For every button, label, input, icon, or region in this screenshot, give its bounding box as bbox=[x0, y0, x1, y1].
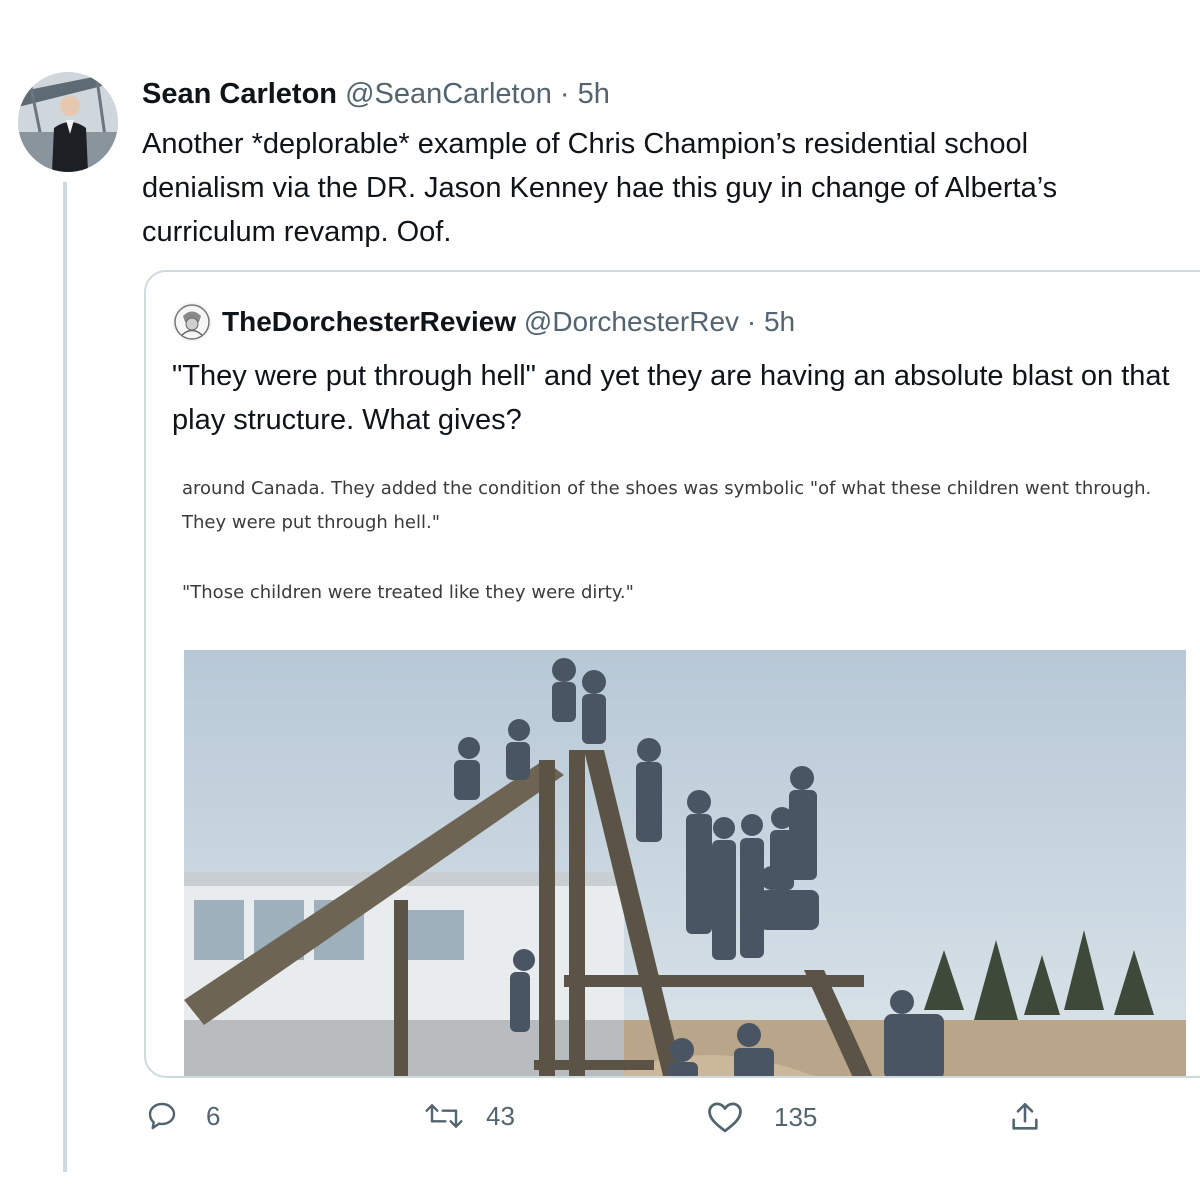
playground-photo-image bbox=[184, 650, 1186, 1076]
separator-dot: · bbox=[559, 78, 570, 110]
quoted-tweet-card[interactable]: TheDorchesterReview @DorchesterRev · 5h … bbox=[144, 270, 1200, 1078]
reply-count: 6 bbox=[206, 1100, 221, 1131]
quoted-separator-dot: · bbox=[746, 306, 757, 337]
tweet-header: Sean Carleton @SeanCarleton · 5h bbox=[142, 78, 610, 111]
quoted-author-avatar bbox=[172, 302, 212, 342]
retweet-icon bbox=[424, 1100, 464, 1132]
share-button[interactable] bbox=[1008, 1100, 1042, 1134]
reply-icon bbox=[146, 1100, 178, 1132]
retweet-button[interactable]: 43 bbox=[424, 1100, 515, 1132]
share-icon bbox=[1008, 1100, 1042, 1134]
article-excerpt: around Canada. They added the condition … bbox=[182, 472, 1182, 610]
article-paragraph-1: around Canada. They added the condition … bbox=[182, 478, 1152, 533]
article-paragraph-2: "Those children were treated like they w… bbox=[182, 582, 634, 603]
author-handle[interactable]: @SeanCarleton bbox=[345, 78, 552, 110]
heart-icon bbox=[706, 1100, 744, 1134]
like-count: 135 bbox=[774, 1101, 818, 1132]
tweet-actions: 6 43 135 bbox=[0, 1100, 1200, 1160]
tweet-text: Another *deplorable* example of Chris Ch… bbox=[142, 128, 1058, 248]
retweet-count: 43 bbox=[486, 1100, 515, 1131]
quoted-author-name[interactable]: TheDorchesterReview bbox=[222, 306, 516, 337]
author-avatar[interactable] bbox=[18, 72, 118, 172]
playground-photo[interactable] bbox=[184, 650, 1186, 1076]
author-name[interactable]: Sean Carleton bbox=[142, 78, 337, 110]
quoted-author-avatar-image bbox=[172, 302, 212, 342]
like-button[interactable]: 135 bbox=[706, 1100, 817, 1134]
quoted-tweet-text: "They were put through hell" and yet the… bbox=[172, 360, 1170, 436]
quoted-tweet-header: TheDorchesterReview @DorchesterRev · 5h bbox=[222, 306, 795, 338]
author-avatar-image bbox=[18, 72, 118, 172]
quoted-author-handle[interactable]: @DorchesterRev bbox=[524, 306, 739, 337]
thread-line bbox=[63, 182, 67, 1172]
reply-button[interactable]: 6 bbox=[146, 1100, 220, 1132]
tweet-timestamp[interactable]: 5h bbox=[578, 78, 610, 110]
quoted-tweet-timestamp[interactable]: 5h bbox=[764, 306, 795, 337]
